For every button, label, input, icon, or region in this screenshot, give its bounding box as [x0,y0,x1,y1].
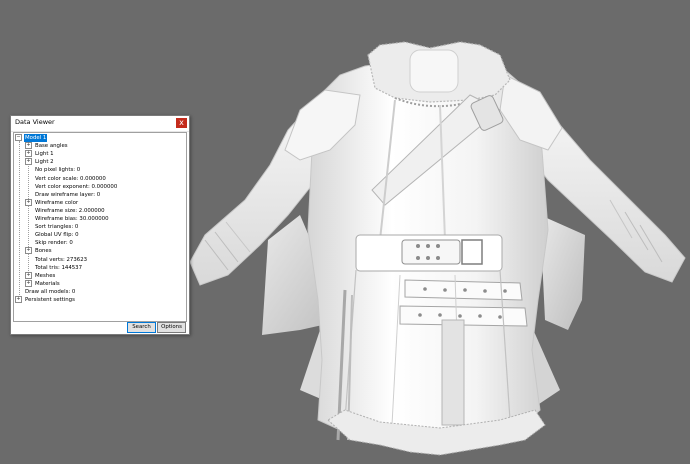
expand-icon[interactable]: + [25,247,32,255]
tree-item-label: Model 1 [24,134,48,142]
tree-item[interactable]: + Meshes [25,271,56,280]
tree-item[interactable]: Vert color scale: 0.000000 [25,175,107,183]
tree-item-label: Draw all models: 0 [25,288,76,295]
tree-item-label: Wireframe bias: 30.000000 [35,216,109,222]
tree-item-label: Skip render: 0 [35,240,73,247]
tree-item[interactable]: Global UV flip: 0 [25,231,80,239]
tree-item[interactable]: + Materials [25,279,61,288]
tree-item[interactable]: Draw wireframe layer: 0 [25,191,101,199]
tree-item-label: Total verts: 273623 [35,256,88,263]
tree-item[interactable]: Draw all models: 0 [15,288,76,296]
tree-item-label: Persistent settings [25,297,75,303]
tree-item[interactable]: + Light 1 [25,150,55,158]
tree-item[interactable]: Wireframe size: 2.000000 [25,207,106,215]
tree-item[interactable]: Total tris: 144537 [25,264,83,272]
expand-icon[interactable]: + [25,271,32,279]
collapse-icon[interactable]: − [15,134,22,141]
tree-item-label: Meshes [35,272,56,279]
tree-item-label: Draw wireframe layer: 0 [35,191,101,198]
data-viewer-window: Data Viewer x − Model 1 + Base angles + Light… [10,115,190,335]
search-button[interactable]: Search [127,322,156,333]
tree-item[interactable]: + Persistent settings [15,296,76,304]
expand-icon[interactable]: + [25,279,32,287]
tree-item-label: Base angles [35,143,68,150]
tree-item[interactable]: + Wireframe color [25,198,79,207]
tree-item-label: Sort triangles: 0 [35,224,79,231]
expand-icon[interactable]: + [25,142,32,150]
tree-item[interactable]: + Bones [25,247,53,255]
window-title: Data Viewer [15,118,55,126]
tree-item-label: Total tris: 144537 [35,264,83,271]
tree-item-label: Vert color scale: 0.000000 [35,175,106,182]
tree-item-label: Wireframe color [35,199,79,206]
options-button[interactable]: Options [157,322,186,333]
expand-icon[interactable]: + [25,198,32,206]
tree-item[interactable]: + Base angles [25,142,69,150]
tree-item[interactable]: Wireframe bias: 30.000000 [25,215,110,223]
tree-item-label: No pixel lights: 0 [35,167,81,174]
tree-item-label: Light 2 [35,159,54,166]
tree-item[interactable]: No pixel lights: 0 [25,166,81,174]
tree-item[interactable]: Total verts: 273623 [25,256,88,264]
tree-item[interactable]: Skip render: 0 [25,239,74,247]
expand-icon[interactable]: + [25,158,32,166]
tree-item-label: Vert color exponent: 0.000000 [35,183,118,190]
data-viewer-titlebar[interactable]: Data Viewer x [11,116,189,132]
tree-item[interactable]: − Model 1 [15,134,48,142]
tree-item[interactable]: + Light 2 [25,158,55,166]
tree-item-label: Wireframe size: 2.000000 [35,207,105,214]
tree-guide-line [19,141,20,303]
data-tree[interactable]: − Model 1 + Base angles + Light 1 + Light 2 No p… [13,132,187,322]
tree-item-label: Bones [35,248,52,255]
tree-item-label: Global UV flip: 0 [35,232,79,239]
tree-item-label: Materials [35,280,60,287]
expand-icon[interactable]: + [25,150,32,158]
expand-icon[interactable]: + [15,296,22,303]
tree-item[interactable]: Vert color exponent: 0.000000 [25,183,118,191]
tree-item-label: Light 1 [35,151,54,158]
close-icon[interactable]: x [176,118,187,128]
tree-item[interactable]: Sort triangles: 0 [25,223,79,231]
